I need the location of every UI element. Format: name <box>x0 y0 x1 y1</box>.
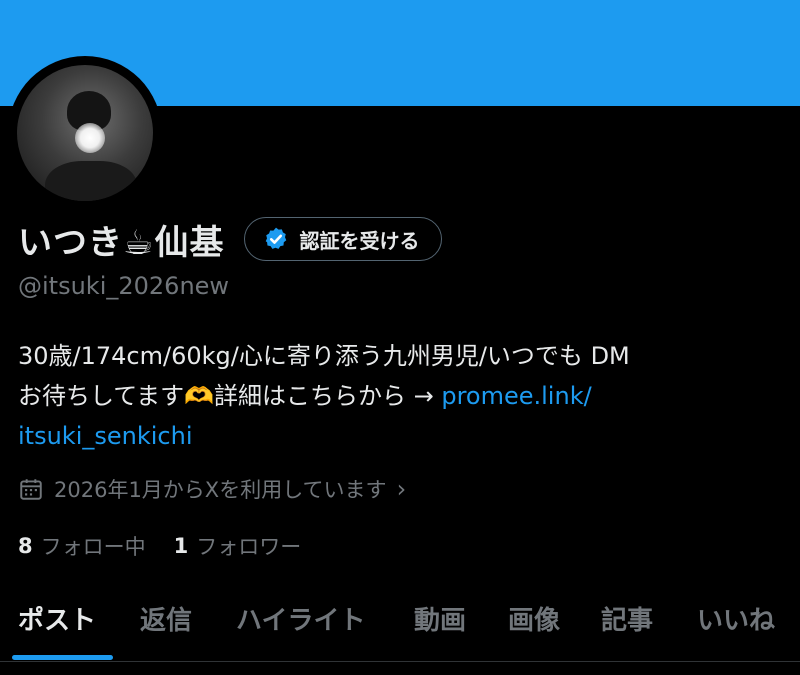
calendar-icon <box>20 479 42 500</box>
tab-articles[interactable]: 記事 <box>601 600 653 637</box>
active-tab-indicator <box>12 655 113 660</box>
bio-link[interactable]: promee.link/ <box>441 382 591 410</box>
following-link[interactable]: 8 フォロー中 <box>18 531 146 561</box>
display-name: いつき☕仙基 <box>18 222 225 263</box>
following-label: フォロー中 <box>40 535 146 559</box>
bio-line-2: お待ちしてます🫶詳細はこちらから → promee.link/ <box>18 376 788 416</box>
bio-link-continued[interactable]: itsuki_senkichi <box>18 422 192 450</box>
get-verified-label: 認証を受ける <box>299 228 420 253</box>
joined-date-row[interactable]: 2026年1月からXを利用しています › <box>18 474 406 504</box>
followers-label: フォロワー <box>196 535 302 559</box>
tab-likes[interactable]: いいね <box>697 600 775 637</box>
tabs-divider <box>0 661 800 662</box>
verified-badge-icon <box>266 227 287 249</box>
joined-date-text: 2026年1月からXを利用しています <box>54 478 387 502</box>
tab-posts[interactable]: ポスト <box>18 600 96 637</box>
profile-bio: 30歳/174cm/60kg/心に寄り添う九州男児/いつでも DM お待ちしてま… <box>18 336 788 456</box>
profile-page: いつき☕仙基 認証を受ける @itsuki_2026new 30歳/174cm/… <box>0 0 800 675</box>
avatar-face-glow <box>75 123 105 153</box>
tab-images[interactable]: 画像 <box>508 600 560 637</box>
profile-tabs: ポスト 返信 ハイライト 動画 画像 記事 いいね <box>0 594 800 660</box>
avatar-coat <box>45 161 137 201</box>
bio-line-3: itsuki_senkichi <box>18 416 788 456</box>
following-count: 8 <box>18 534 33 558</box>
tab-highlights[interactable]: ハイライト <box>236 600 365 637</box>
bio-text: お待ちしてます🫶詳細はこちらから → <box>18 382 442 410</box>
bio-line-1: 30歳/174cm/60kg/心に寄り添う九州男児/いつでも DM <box>18 342 630 370</box>
tab-replies[interactable]: 返信 <box>140 600 192 637</box>
tab-videos[interactable]: 動画 <box>414 600 466 637</box>
follow-stats: 8 フォロー中 1 フォロワー <box>18 531 301 561</box>
profile-handle: @itsuki_2026new <box>18 272 230 300</box>
followers-link[interactable]: 1 フォロワー <box>174 531 302 561</box>
name-row: いつき☕仙基 認証を受ける <box>18 213 443 265</box>
avatar[interactable] <box>17 65 153 201</box>
get-verified-button[interactable]: 認証を受ける <box>244 217 443 261</box>
followers-count: 1 <box>173 534 189 558</box>
chevron-right-icon: › <box>396 475 407 503</box>
